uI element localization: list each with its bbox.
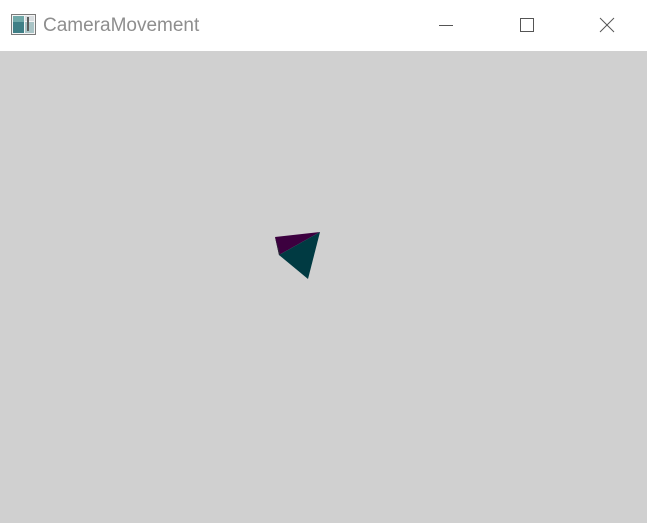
title-bar[interactable]: CameraMovement bbox=[0, 0, 647, 51]
minimize-icon bbox=[439, 25, 453, 26]
maximize-button[interactable] bbox=[486, 0, 566, 51]
window-title: CameraMovement bbox=[43, 15, 200, 36]
close-button[interactable] bbox=[567, 0, 647, 51]
app-icon bbox=[11, 14, 36, 35]
render-viewport[interactable] bbox=[0, 51, 647, 523]
maximize-icon bbox=[520, 18, 534, 32]
scene-canvas bbox=[275, 232, 320, 279]
minimize-button[interactable] bbox=[406, 0, 486, 51]
app-window: CameraMovement bbox=[0, 0, 647, 523]
close-icon bbox=[599, 17, 615, 33]
